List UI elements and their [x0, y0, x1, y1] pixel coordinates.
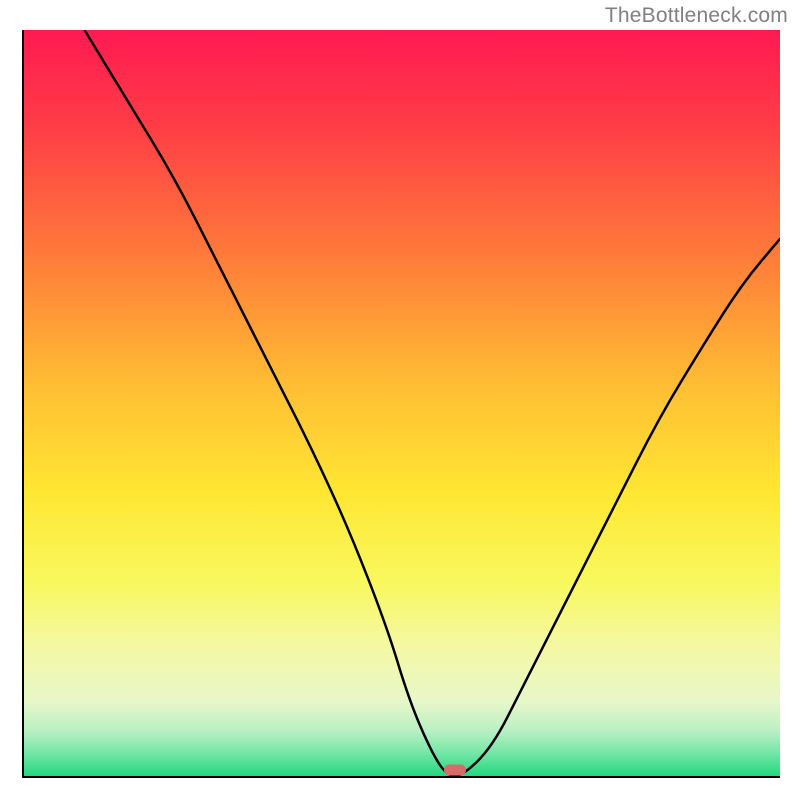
bottleneck-chart: TheBottleneck.com — [0, 0, 800, 800]
plot-area — [22, 30, 780, 778]
optimal-point-marker — [444, 765, 466, 776]
gradient-background — [24, 30, 780, 776]
watermark-text: TheBottleneck.com — [605, 4, 788, 28]
